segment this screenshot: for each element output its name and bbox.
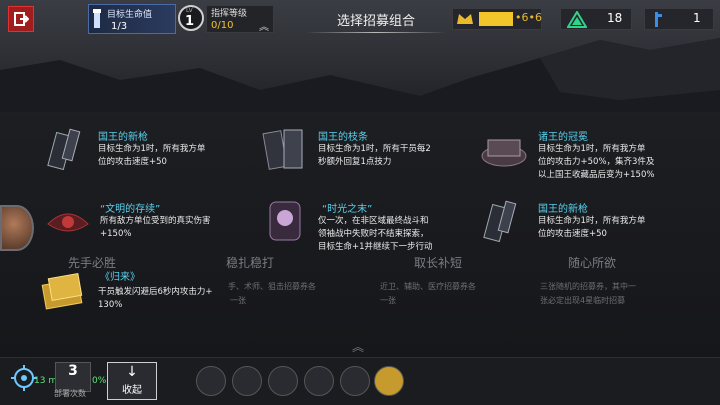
- relic-desc: 位的攻击力+50%，集齐3件及: [538, 157, 655, 167]
- page-title: 选择招募组合: [336, 14, 415, 29]
- chevron-up-icon: ︽: [259, 22, 269, 33]
- relic-desc: 位的攻击速度+50: [538, 229, 607, 239]
- owned-relic-slot[interactable]: [340, 366, 370, 396]
- triangle-icon: [567, 11, 587, 28]
- gold-bar: [479, 12, 513, 26]
- key-icon: [655, 12, 662, 27]
- column-title: 稳扎稳打: [226, 256, 275, 270]
- relic-title: 国王的新枪: [538, 204, 588, 215]
- clock-relic-icon: [269, 201, 301, 241]
- owned-relic-slot[interactable]: [374, 366, 404, 396]
- collapse-button[interactable]: ↓ 收起: [107, 362, 157, 400]
- target-hp-panel: 目标生命值 1/3: [88, 4, 176, 34]
- gun-relic-icon: [47, 128, 81, 171]
- relic-desc: 目标生命+1并继续下一步行动: [318, 242, 433, 252]
- civilization-relic-icon: [47, 213, 89, 232]
- deploy-count-label: 部署次数: [54, 389, 86, 398]
- relic-desc: 目标生命为1时，所有我方单: [538, 144, 646, 154]
- relic-title: “文明的存续”: [100, 204, 161, 215]
- tower-icon: [93, 9, 101, 28]
- hp-label: 目标生命值: [107, 10, 153, 20]
- owned-relic-slot[interactable]: [232, 366, 262, 396]
- operator-avatar[interactable]: [0, 205, 34, 251]
- title-underline: [306, 32, 446, 33]
- exit-icon: [14, 12, 29, 26]
- owned-relic-slot[interactable]: [268, 366, 298, 396]
- command-rank-panel[interactable]: 指挥等级 0/10 ︽: [206, 5, 274, 33]
- relic-title: 诸王的冠冕: [538, 132, 588, 143]
- relic-desc: 目标生命为1时，所有干员每2: [318, 144, 431, 154]
- hope-value: 18: [607, 11, 623, 25]
- key-value: 1: [693, 11, 701, 25]
- rank-label: 指挥等级: [211, 9, 248, 19]
- crown-icon: [457, 14, 473, 24]
- relic-desc: 位的攻击速度+50: [98, 157, 167, 167]
- relic-desc: 干员触发闪避后6秒内攻击力+: [98, 287, 213, 297]
- column-desc: 三张随机的招募券，其中一: [540, 282, 636, 291]
- relic-desc: 以上国王收藏品后变为+150%: [538, 170, 655, 180]
- relic-title: 国王的新枪: [98, 132, 148, 143]
- hope-resource: 18: [560, 8, 632, 30]
- relic-desc: 目标生命为1时，所有我方单: [98, 144, 206, 154]
- relic-desc: 所有敌方单位受到的真实伤害: [100, 216, 211, 226]
- column-title: 随心所欲: [568, 256, 617, 270]
- collapse-label: 收起: [122, 385, 142, 396]
- column-desc: 一张: [380, 296, 396, 305]
- relic-desc: +150%: [100, 229, 132, 239]
- relic-desc: 130%: [98, 300, 123, 310]
- key-resource: 1: [644, 8, 714, 30]
- column-desc: 近卫、辅助、医疗招募券各: [380, 282, 476, 291]
- book-relic-icon: [41, 272, 83, 310]
- exit-button[interactable]: [8, 6, 34, 32]
- owned-relic-slot[interactable]: [196, 366, 226, 396]
- chevron-up-icon[interactable]: ︽: [352, 338, 364, 355]
- branch-relic-icon: [262, 129, 303, 170]
- gold-resource: •6•6: [452, 8, 542, 30]
- arrow-down-icon: ↓: [126, 364, 138, 380]
- owned-relic-slot[interactable]: [304, 366, 334, 396]
- gold-value: •6•6: [515, 11, 542, 24]
- relic-title: “时光之末”: [322, 204, 373, 215]
- column-desc: 张必定出现4星临时招募: [540, 296, 626, 305]
- cost-percent: 0%: [92, 376, 107, 386]
- column-desc: 手、术师、狙击招募券各: [228, 282, 316, 291]
- relic-desc: 仅一次，在非区域最终战斗和: [318, 216, 429, 226]
- level-value: 1: [185, 14, 195, 29]
- relic-title: 国王的枝条: [318, 132, 368, 143]
- relic-title: 《归来》: [100, 272, 140, 283]
- hp-value: 1/3: [111, 21, 128, 32]
- column-desc: 一张: [230, 296, 246, 305]
- relic-desc: 秒额外回复1点技力: [318, 157, 392, 167]
- relic-desc: 目标生命为1时，所有我方单: [538, 216, 646, 226]
- deploy-count-value: 3: [68, 363, 78, 379]
- rank-value: 0/10: [211, 20, 234, 31]
- column-title: 取长补短: [414, 256, 463, 270]
- gun-relic-icon: [483, 200, 517, 243]
- crown-relic-icon: [481, 139, 527, 167]
- level-label: LV: [186, 7, 193, 14]
- relic-desc: 领袖战中失败时不结束探索，: [318, 229, 429, 239]
